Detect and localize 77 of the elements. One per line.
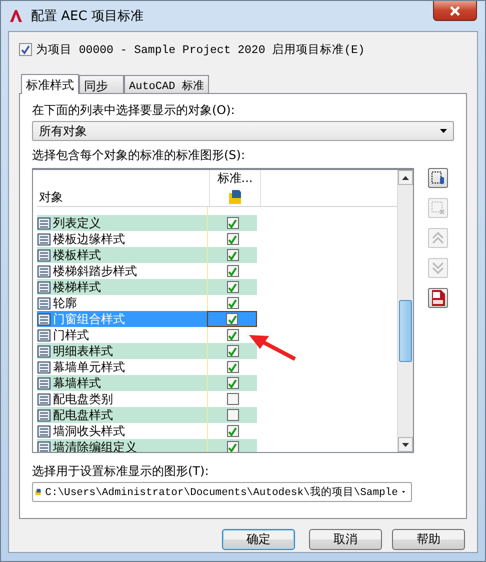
- app-logo-icon: [9, 9, 23, 23]
- object-icon: [37, 232, 51, 246]
- tab[interactable]: AutoCAD 标准: [124, 75, 209, 93]
- double-up-icon: [431, 231, 445, 245]
- list-label: 选择包含每个对象的标准的标准图形(S):: [32, 147, 246, 164]
- object-icon: [37, 280, 51, 294]
- checkbox[interactable]: [226, 361, 238, 373]
- dialog-button[interactable]: 取消: [309, 529, 382, 550]
- list-row[interactable]: 楼梯斜踏步样式: [37, 263, 207, 279]
- tab[interactable]: 同步: [79, 75, 124, 93]
- list-row[interactable]: 门样式: [37, 327, 207, 343]
- object-icon: [37, 408, 51, 422]
- checkbox[interactable]: [226, 233, 238, 245]
- checkbox[interactable]: [226, 377, 238, 389]
- list-row[interactable]: 明细表样式: [37, 343, 207, 359]
- list-row[interactable]: 列表定义: [37, 215, 207, 231]
- checkbox[interactable]: [226, 297, 238, 309]
- list-row[interactable]: 幕墙单元样式: [37, 359, 207, 375]
- drawing-dropdown[interactable]: C:\Users\Administrator\Documents\Autodesk\我的项目\Sample: [32, 482, 412, 502]
- attach-button[interactable]: [428, 168, 448, 188]
- pdf-button[interactable]: [428, 288, 448, 308]
- object-icon: [37, 392, 51, 406]
- object-icon: [37, 344, 51, 358]
- object-icon: [37, 264, 51, 278]
- object-icon: [37, 216, 51, 230]
- remove-icon: [431, 201, 445, 215]
- caret-icon: [402, 490, 405, 494]
- column-header[interactable]: 标准...: [209, 170, 261, 206]
- checkbox[interactable]: [226, 441, 238, 452]
- attach-icon: [431, 171, 445, 185]
- caret-icon: [440, 129, 447, 133]
- checkbox-label: 为项目 00000 - Sample Project 2020 启用项目标准(E): [36, 42, 365, 57]
- checkbox[interactable]: [226, 265, 238, 277]
- checkbox[interactable]: [226, 329, 238, 341]
- tab[interactable]: 标准样式: [21, 74, 79, 94]
- scrollbar-thumb[interactable]: [399, 300, 412, 362]
- field-label: 在下面的列表中选择要显示的对象(O):: [32, 102, 236, 119]
- checkbox[interactable]: [226, 345, 238, 357]
- dialog-button[interactable]: 帮助: [392, 529, 465, 550]
- double-down-icon: [431, 261, 445, 275]
- object-icon: [37, 248, 51, 262]
- close-button[interactable]: [433, 1, 477, 21]
- checkbox[interactable]: [226, 425, 238, 437]
- checkbox[interactable]: [226, 409, 238, 421]
- list-row[interactable]: 配电盘样式: [37, 407, 207, 423]
- checkbox[interactable]: [19, 43, 32, 56]
- checkbox[interactable]: [226, 313, 238, 325]
- field-label: 选择用于设置标准显示的图形(T):: [32, 463, 210, 480]
- object-icon: [37, 328, 51, 342]
- checkbox[interactable]: [226, 249, 238, 261]
- list-row[interactable]: 楼梯样式: [37, 279, 207, 295]
- list-row[interactable]: 幕墙样式: [37, 375, 207, 391]
- object-icon: [37, 376, 51, 390]
- object-icon: [37, 424, 51, 438]
- window-title: 配置 AEC 项目标准: [31, 8, 144, 25]
- pdf-file-icon: [431, 290, 445, 306]
- checkbox[interactable]: [226, 281, 238, 293]
- list-row[interactable]: 楼板边缘样式: [37, 231, 207, 247]
- object-icon: [37, 440, 51, 452]
- list-row[interactable]: 墙洞收头样式: [37, 423, 207, 439]
- object-icon: [37, 312, 51, 326]
- dialog-button[interactable]: 确定: [222, 529, 295, 550]
- checkbox[interactable]: [226, 217, 238, 229]
- checkbox[interactable]: [226, 393, 238, 405]
- scroll-up-icon: [402, 176, 409, 180]
- object-dropdown[interactable]: 所有对象: [32, 121, 454, 141]
- scroll-down-icon: [402, 442, 409, 446]
- list-row[interactable]: 轮廓: [37, 295, 207, 311]
- list-row[interactable]: 配电盘类别: [37, 391, 207, 407]
- drawing-file-icon: [228, 189, 242, 205]
- column-header[interactable]: 对象: [37, 189, 209, 206]
- scrollbar[interactable]: [397, 170, 413, 452]
- object-icon: [37, 360, 51, 374]
- list-row[interactable]: 楼板样式: [37, 247, 207, 263]
- object-icon: [37, 296, 51, 310]
- arrow-annotation: [247, 333, 297, 363]
- close-icon: [449, 6, 461, 16]
